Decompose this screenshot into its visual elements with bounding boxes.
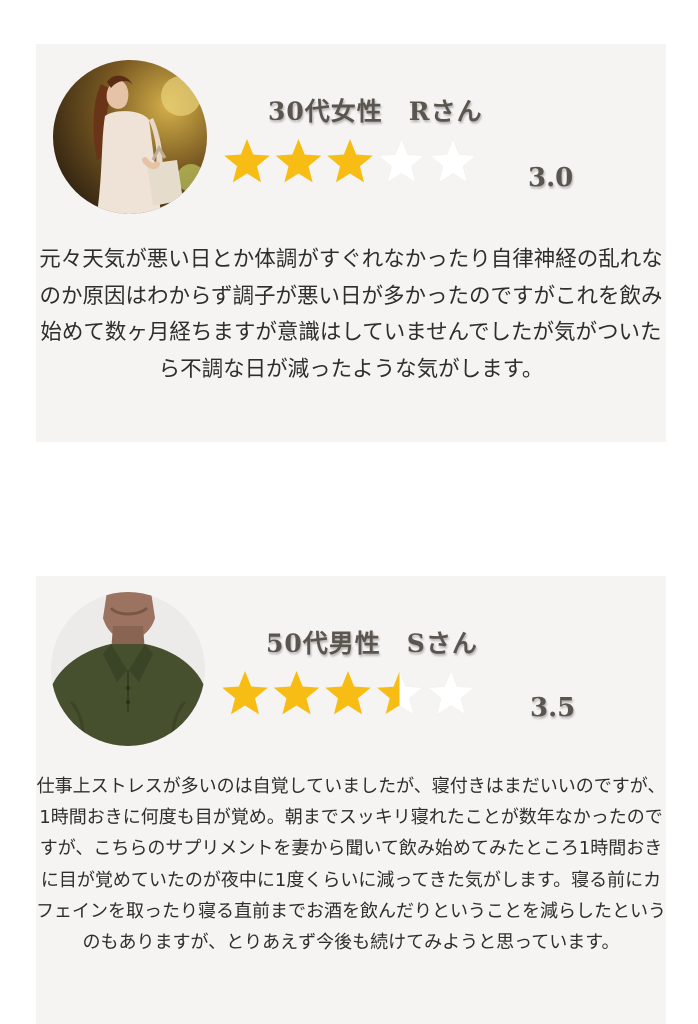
star-filled-icon	[325, 671, 371, 715]
review-card: 30代女性 Rさん 3.0 元々天気が悪い日とか体調がすぐれなかったり自律神経の…	[36, 44, 666, 442]
reviewer-name: 30代女性 Rさん	[268, 97, 483, 126]
woman-avatar-icon	[53, 60, 207, 214]
star-empty-icon	[378, 138, 425, 183]
star-filled-icon	[222, 671, 268, 715]
star-filled-icon	[275, 139, 322, 183]
rating-score: 3.5	[530, 693, 576, 723]
star-half-icon	[376, 670, 423, 715]
reviewer-name: 50代男性 Sさん	[266, 629, 478, 658]
review-text: 元々天気が悪い日とか体調がすぐれなかったり自律神経の乱れなのか原因はわからず調子…	[39, 247, 663, 382]
rating-score: 3.0	[528, 163, 574, 193]
star-filled-icon	[273, 671, 320, 715]
reviewer-avatar	[53, 60, 207, 214]
star-rating	[222, 136, 480, 188]
star-rating	[220, 668, 478, 720]
review-card: 50代男性 Sさん 3.5 仕事上ストレスが多いのは自覚していましたが、寝付きは…	[36, 576, 666, 1024]
review-text: 仕事上ストレスが多いのは自覚していましたが、寝付きはまだいいのですが、1時間おき…	[36, 776, 666, 954]
star-filled-icon	[327, 139, 373, 183]
star-empty-icon	[429, 138, 477, 183]
reviewer-avatar	[51, 592, 205, 746]
star-empty-icon	[427, 670, 475, 715]
man-avatar-icon	[51, 592, 205, 746]
star-filled-icon	[224, 139, 270, 183]
